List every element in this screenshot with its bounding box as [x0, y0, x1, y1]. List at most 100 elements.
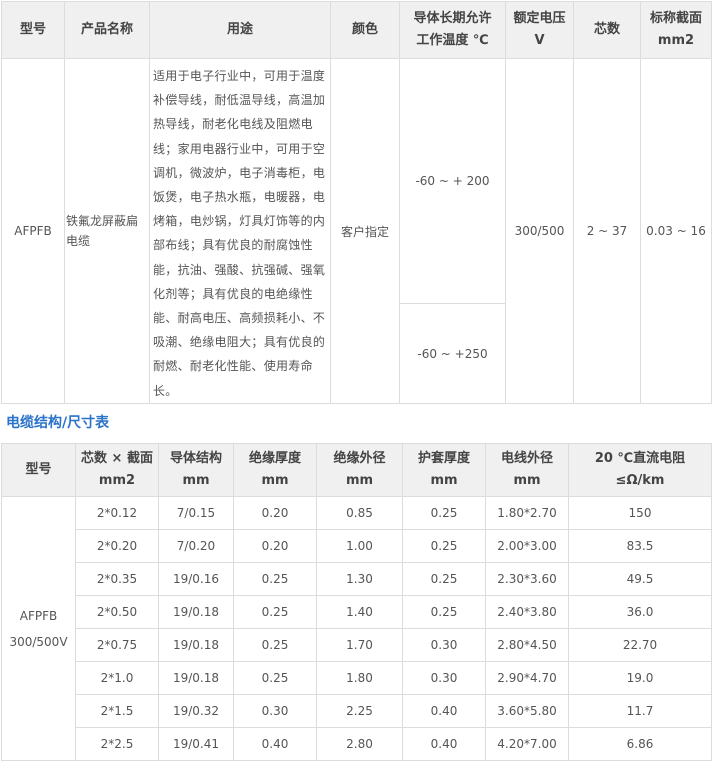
cell-insulation-diameter: 1.80	[316, 661, 403, 695]
cell-cores-section: 2*1.5	[75, 694, 159, 728]
cell-insulation-thickness: 0.25	[233, 628, 317, 662]
cell-cores: 2 ~ 37	[573, 58, 641, 404]
cell-product-name: 铁氟龙屏蔽扁电缆	[64, 58, 150, 404]
product-spec-table: 型号 产品名称 用途 颜色 导体长期允许 工作温度 ℃ 额定电压 V 芯数 标称…	[1, 1, 712, 404]
cell-insulation-thickness: 0.25	[233, 661, 317, 695]
cell-cores-section: 2*0.75	[75, 628, 159, 662]
header-temperature-line1: 导体长期允许	[413, 11, 492, 26]
header-section-line1: 标称截面	[649, 11, 702, 26]
header-voltage-line2: V	[534, 33, 545, 48]
size-header-wire-diameter-line1: 电线外径	[500, 451, 553, 466]
spec-row: AFPFB 铁氟龙屏蔽扁电缆 适用于电子行业中，可用于温度补偿导线，耐低温导线，…	[1, 58, 712, 404]
size-header-sheath-thickness: 护套厚度 mm	[402, 443, 486, 497]
size-model-name: AFPFB	[19, 608, 58, 623]
table-row: 2*0.20 7/0.20 0.20 1.00 0.25 2.00*3.00 8…	[2, 529, 712, 563]
size-header-wire-diameter-line2: mm	[513, 473, 541, 488]
cell-insulation-diameter: 1.70	[316, 628, 403, 662]
size-header-resistance-line2: ≤Ω/km	[615, 473, 665, 488]
cell-conductor: 19/0.18	[158, 661, 234, 695]
size-header-cores-section-line1: 芯数 × 截面	[81, 451, 153, 466]
cell-conductor: 19/0.18	[158, 595, 234, 629]
cell-wire-diameter: 2.00*3.00	[485, 529, 569, 563]
cell-temp-2: -60 ~ +250	[399, 303, 506, 404]
cell-resistance: 36.0	[568, 595, 712, 629]
table-row: 2*0.75 19/0.18 0.25 1.70 0.30 2.80*4.50 …	[2, 628, 712, 662]
header-section: 标称截面 mm2	[640, 1, 712, 59]
section-title: 电缆结构/尺寸表	[6, 415, 110, 431]
size-header-insulation-diameter-line1: 绝缘外径	[333, 451, 386, 466]
cell-resistance: 6.86	[568, 727, 712, 761]
cell-sheath-thickness: 0.40	[402, 694, 486, 728]
header-product-name: 产品名称	[64, 1, 150, 59]
size-header-model: 型号	[1, 443, 76, 497]
size-header-row: 型号 芯数 × 截面 mm2 导体结构 mm 绝缘厚度 mm 绝缘外径 mm 护…	[1, 443, 712, 497]
cell-cores-section: 2*1.0	[75, 661, 159, 695]
table-row: 2*1.5 19/0.32 0.30 2.25 0.40 3.60*5.80 1…	[2, 694, 712, 728]
cell-wire-diameter: 2.40*3.80	[485, 595, 569, 629]
cell-color: 客户指定	[330, 58, 400, 404]
size-header-conductor-line1: 导体结构	[169, 451, 222, 466]
cell-insulation-thickness: 0.25	[233, 562, 317, 596]
cell-sheath-thickness: 0.25	[402, 595, 486, 629]
cell-temp-1: -60 ~ + 200	[399, 58, 506, 304]
size-header-conductor-line2: mm	[182, 473, 210, 488]
cell-resistance: 150	[568, 496, 712, 530]
header-voltage-line1: 额定电压	[513, 11, 566, 26]
size-header-insulation-thickness-line1: 绝缘厚度	[248, 451, 301, 466]
cell-wire-diameter: 1.80*2.70	[485, 496, 569, 530]
size-header-resistance: 20 ℃直流电阻 ≤Ω/km	[568, 443, 712, 497]
size-header-resistance-line1: 20 ℃直流电阻	[594, 451, 686, 466]
size-header-cores-section: 芯数 × 截面 mm2	[75, 443, 159, 497]
cell-voltage: 300/500	[505, 58, 574, 404]
cell-cores-section: 2*0.20	[75, 529, 159, 563]
size-header-insulation-thickness-line2: mm	[261, 473, 289, 488]
spec-header-row: 型号 产品名称 用途 颜色 导体长期允许 工作温度 ℃ 额定电压 V 芯数 标称…	[1, 1, 712, 59]
size-header-insulation-thickness: 绝缘厚度 mm	[233, 443, 317, 497]
header-cores: 芯数	[573, 1, 641, 59]
cell-wire-diameter: 2.90*4.70	[485, 661, 569, 695]
cell-insulation-diameter: 0.85	[316, 496, 403, 530]
cell-sheath-thickness: 0.40	[402, 727, 486, 761]
cell-wire-diameter: 4.20*7.00	[485, 727, 569, 761]
header-usage: 用途	[149, 1, 331, 59]
cell-conductor: 7/0.15	[158, 496, 234, 530]
header-color: 颜色	[330, 1, 400, 59]
cell-sheath-thickness: 0.25	[402, 496, 486, 530]
size-header-cores-section-line2: mm2	[98, 473, 136, 488]
size-header-conductor: 导体结构 mm	[158, 443, 234, 497]
table-row: AFPFB 300/500V 2*0.12 7/0.15 0.20 0.85 0…	[1, 496, 712, 761]
cell-usage: 适用于电子行业中，可用于温度补偿导线，耐低温导线，高温加热导线，耐老化电线及阻燃…	[149, 58, 331, 404]
cell-wire-diameter: 2.30*3.60	[485, 562, 569, 596]
cell-conductor: 7/0.20	[158, 529, 234, 563]
cell-sheath-thickness: 0.25	[402, 562, 486, 596]
cell-insulation-thickness: 0.30	[233, 694, 317, 728]
cell-resistance: 11.7	[568, 694, 712, 728]
cell-conductor: 19/0.16	[158, 562, 234, 596]
cell-wire-diameter: 3.60*5.80	[485, 694, 569, 728]
cell-sheath-thickness: 0.30	[402, 661, 486, 695]
cell-insulation-thickness: 0.20	[233, 529, 317, 563]
cell-section: 0.03 ~ 16	[640, 58, 712, 404]
table-row: 2*2.5 19/0.41 0.40 2.80 0.40 4.20*7.00 6…	[2, 727, 712, 761]
cell-cores-section: 2*0.35	[75, 562, 159, 596]
table-row: 2*1.0 19/0.18 0.25 1.80 0.30 2.90*4.70 1…	[2, 661, 712, 695]
size-header-model-line1: 型号	[25, 462, 52, 477]
size-header-sheath-thickness-line2: mm	[430, 473, 458, 488]
cell-insulation-thickness: 0.25	[233, 595, 317, 629]
structure-size-table: 型号 芯数 × 截面 mm2 导体结构 mm 绝缘厚度 mm 绝缘外径 mm 护…	[1, 443, 712, 761]
cell-conductor: 19/0.41	[158, 727, 234, 761]
size-header-insulation-diameter-line2: mm	[345, 473, 374, 488]
table-row: 2*0.50 19/0.18 0.25 1.40 0.25 2.40*3.80 …	[2, 595, 712, 629]
header-model: 型号	[1, 1, 65, 59]
cell-conductor: 19/0.18	[158, 628, 234, 662]
header-voltage: 额定电压 V	[505, 1, 574, 59]
size-model-cell: AFPFB 300/500V	[1, 496, 76, 761]
cell-cores-section: 2*2.5	[75, 727, 159, 761]
cell-insulation-diameter: 2.80	[316, 727, 403, 761]
cell-conductor: 19/0.32	[158, 694, 234, 728]
cell-resistance: 83.5	[568, 529, 712, 563]
cell-insulation-diameter: 2.25	[316, 694, 403, 728]
cell-insulation-thickness: 0.40	[233, 727, 317, 761]
header-section-line2: mm2	[657, 33, 695, 48]
table-row: 2*0.35 19/0.16 0.25 1.30 0.25 2.30*3.60 …	[2, 562, 712, 596]
